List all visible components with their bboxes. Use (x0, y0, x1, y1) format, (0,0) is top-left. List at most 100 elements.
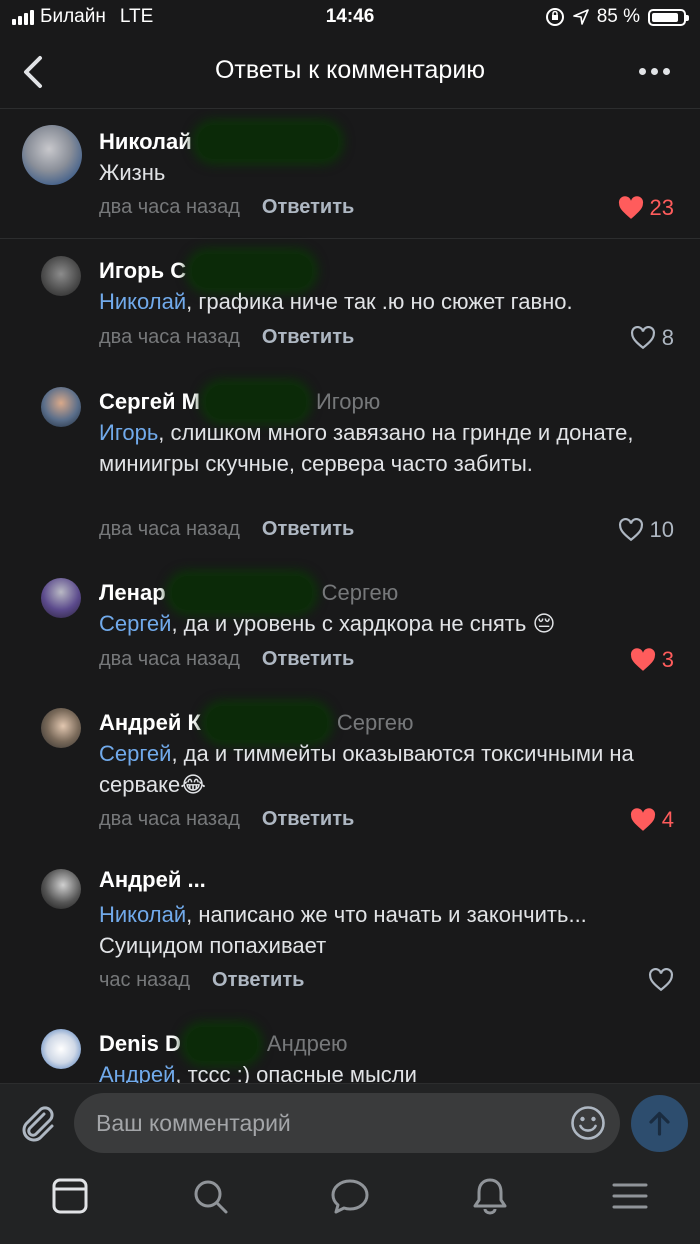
smile-icon[interactable] (570, 1105, 606, 1141)
heart-filled-icon (618, 196, 643, 219)
redacted-surname (186, 1027, 257, 1061)
like-button[interactable]: 8 (630, 325, 674, 351)
avatar[interactable] (41, 1029, 81, 1069)
send-button[interactable] (631, 1095, 688, 1152)
reply-button[interactable]: Ответить (262, 518, 354, 541)
author-name[interactable]: Андрей ... (99, 867, 206, 893)
heart-outline-icon (649, 968, 673, 992)
reply-to-label[interactable]: Сергею (337, 710, 414, 736)
mention-link[interactable]: Сергей (99, 741, 171, 766)
reply-to-label[interactable]: Игорю (316, 389, 380, 415)
redacted-surname (197, 125, 338, 159)
reply-button[interactable]: Ответить (212, 969, 304, 992)
avatar[interactable] (41, 256, 81, 296)
author-name[interactable]: Сергей М (99, 389, 200, 415)
mention-link[interactable]: Андрей (99, 1062, 175, 1083)
status-bar: Билайн LTE 14:46 85 % (0, 0, 700, 36)
redacted-surname (192, 254, 313, 288)
arrow-up-icon (649, 1111, 670, 1136)
like-count: 4 (661, 807, 674, 832)
location-icon (572, 9, 589, 25)
comment-meta: два часа назад Ответить (99, 518, 354, 541)
comment-header: Игорь С (99, 254, 313, 288)
reply-button[interactable]: Ответить (262, 808, 354, 831)
avatar[interactable] (41, 578, 81, 618)
reply-to-label[interactable]: Сергею (322, 580, 399, 606)
comment-text: Игорь, слишком много завязано на гринде … (99, 420, 634, 476)
battery-fill (652, 12, 678, 22)
reply-to-label[interactable]: Андрею (267, 1031, 348, 1057)
redacted-surname (206, 706, 327, 740)
menu-icon[interactable] (609, 1175, 651, 1217)
redacted-surname (205, 385, 306, 419)
heart-filled-icon (630, 648, 655, 671)
timestamp: два часа назад (99, 196, 240, 218)
comment-meta: два часа назад Ответить (99, 326, 354, 349)
heart-filled-icon (630, 808, 655, 831)
search-icon[interactable] (189, 1175, 231, 1217)
more-icon[interactable] (639, 68, 670, 75)
comment-text: Жизнь (99, 160, 166, 185)
comment-text: Сергей, да и уровень с хардкора не снять… (99, 611, 556, 636)
comment-header: Denis D Андрею (99, 1027, 348, 1061)
comment-header: Андрей ... (99, 867, 206, 893)
comment-text: Николай, графика ниче так .ю но сюжет га… (99, 289, 573, 314)
tab-bar (0, 1161, 700, 1244)
heart-outline-icon (630, 326, 655, 350)
paperclip-icon[interactable] (16, 1102, 58, 1144)
news-icon[interactable] (49, 1175, 91, 1217)
comment-header: Ленар Сергею (99, 576, 398, 610)
avatar[interactable] (41, 387, 81, 427)
timestamp: два часа назад (99, 326, 240, 348)
author-name[interactable]: Николай (99, 129, 192, 155)
comment-header: Николай (99, 125, 338, 159)
author-name[interactable]: Denis D (99, 1031, 181, 1057)
comment-meta: час назад Ответить (99, 969, 304, 992)
reply-button[interactable]: Ответить (262, 648, 354, 671)
mention-link[interactable]: Игорь (99, 420, 158, 445)
like-button[interactable]: 3 (630, 647, 674, 673)
reply-button[interactable]: Ответить (262, 326, 354, 349)
redacted-surname (171, 576, 312, 610)
battery-icon (648, 8, 689, 26)
battery-percent: 85 % (596, 6, 640, 27)
like-count: 10 (649, 517, 674, 542)
like-button[interactable] (648, 968, 674, 992)
avatar[interactable] (41, 708, 81, 748)
comment-meta: два часа назад Ответить (99, 196, 354, 219)
author-name[interactable]: Игорь С (99, 258, 186, 284)
comment-composer: Ваш комментарий (0, 1083, 700, 1162)
like-count: 23 (649, 195, 674, 220)
reply-button[interactable]: Ответить (262, 196, 354, 219)
like-count: 3 (661, 647, 674, 672)
divider (0, 238, 700, 239)
page-title: Ответы к комментарию (214, 56, 486, 84)
mention-link[interactable]: Николай (99, 902, 186, 927)
author-name[interactable]: Ленар (99, 580, 166, 606)
avatar[interactable] (22, 125, 82, 185)
author-name[interactable]: Андрей К (99, 710, 201, 736)
timestamp: два часа назад (99, 648, 240, 670)
header: Ответы к комментарию (0, 36, 700, 109)
comment-meta: два часа назад Ответить (99, 808, 354, 831)
messages-icon[interactable] (329, 1175, 371, 1217)
like-button[interactable]: 23 (618, 195, 674, 221)
comment-meta: два часа назад Ответить (99, 648, 354, 671)
comment-text: Николай, написано же что начать и законч… (99, 902, 587, 958)
comment-input[interactable]: Ваш комментарий (74, 1093, 620, 1153)
mention-link[interactable]: Сергей (99, 611, 171, 636)
mention-link[interactable]: Николай (99, 289, 186, 314)
like-button[interactable]: 4 (630, 807, 674, 833)
comments-feed[interactable]: Николай Жизнь два часа назад Ответить 23… (0, 109, 700, 1083)
timestamp: час назад (99, 969, 191, 991)
comment-header: Андрей К Сергею (99, 706, 414, 740)
comment-text: Сергей, да и тиммейты оказываются токсич… (99, 741, 634, 797)
notifications-icon[interactable] (469, 1175, 511, 1217)
avatar[interactable] (41, 869, 81, 909)
comment-text: Андрей, тссс :) опасные мысли (99, 1059, 669, 1083)
like-button[interactable]: 10 (618, 517, 674, 543)
comment-header: Сергей М Игорю (99, 385, 380, 419)
timestamp: два часа назад (99, 808, 240, 830)
heart-outline-icon (618, 518, 643, 542)
comment-input-placeholder: Ваш комментарий (96, 1110, 291, 1136)
